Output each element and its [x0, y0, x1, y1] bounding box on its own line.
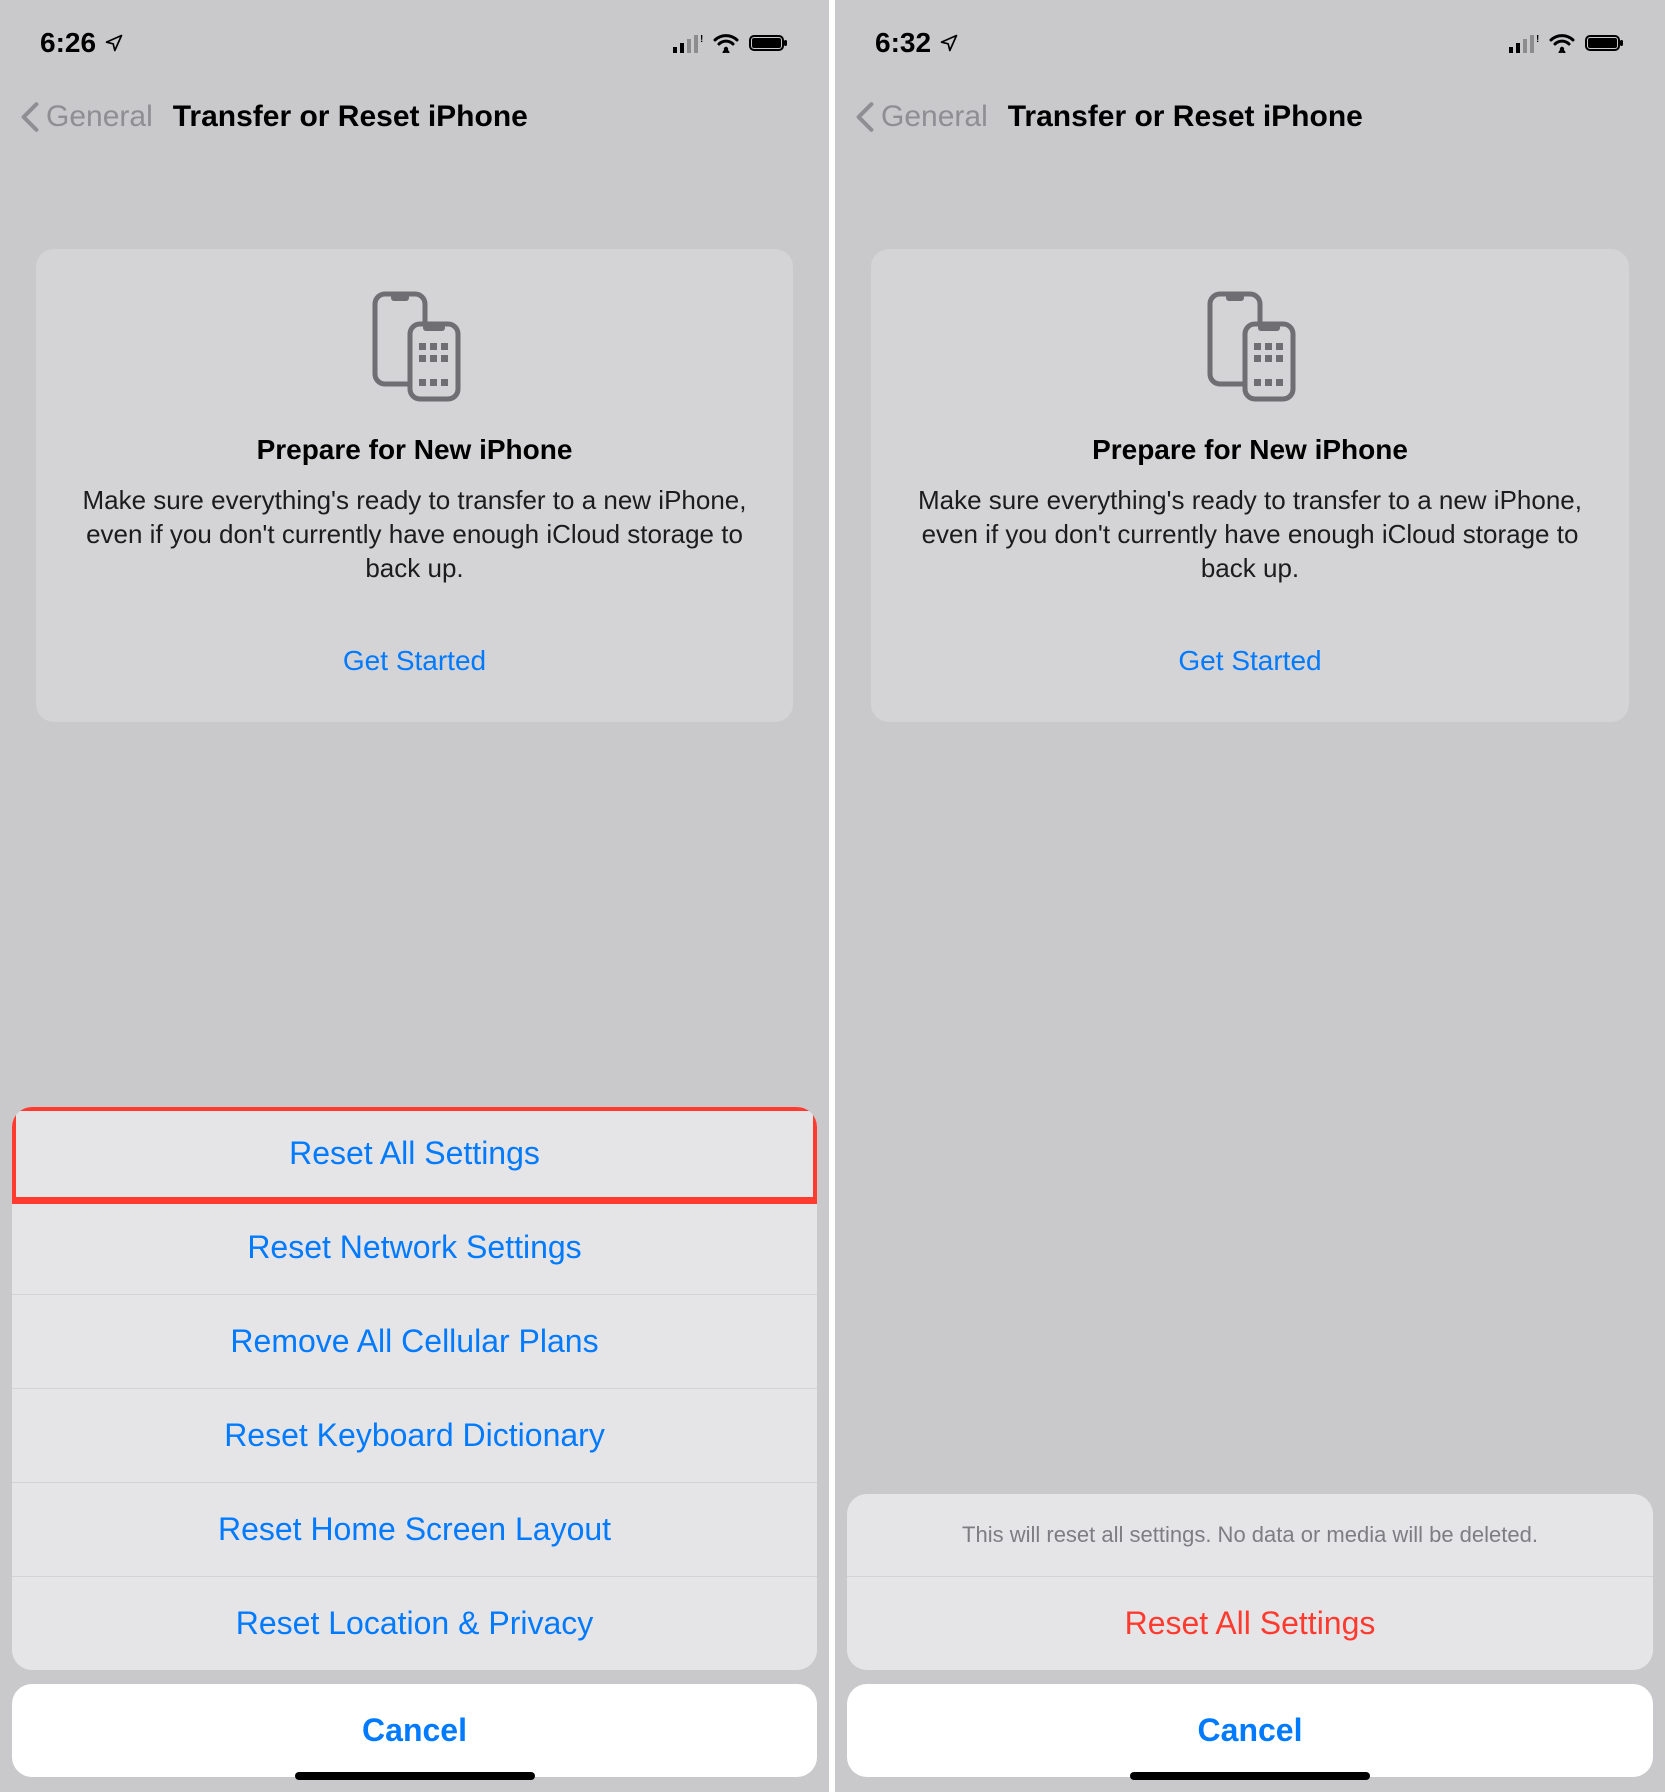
- status-left: 6:32: [875, 27, 959, 59]
- sheet-header-text: This will reset all settings. No data or…: [847, 1494, 1653, 1577]
- action-sheet: Reset All Settings Reset Network Setting…: [12, 1107, 817, 1777]
- location-icon: [104, 33, 124, 53]
- option-reset-home-screen-layout[interactable]: Reset Home Screen Layout: [12, 1483, 817, 1577]
- chevron-left-icon: [20, 101, 40, 133]
- battery-icon: [749, 33, 789, 53]
- card-description: Make sure everything's ready to transfer…: [911, 484, 1589, 585]
- prepare-card: Prepare for New iPhone Make sure everyth…: [871, 249, 1629, 722]
- phone-screenshot-left: 6:26 !: [0, 0, 832, 1792]
- battery-icon: [1585, 33, 1625, 53]
- card-description: Make sure everything's ready to transfer…: [76, 484, 753, 585]
- chevron-left-icon: [855, 101, 875, 133]
- devices-icon: [911, 289, 1589, 404]
- sheet-options-group: Reset All Settings Reset Network Setting…: [12, 1107, 817, 1670]
- option-reset-keyboard-dictionary[interactable]: Reset Keyboard Dictionary: [12, 1389, 817, 1483]
- home-indicator[interactable]: [295, 1772, 535, 1780]
- svg-text:!: !: [1536, 34, 1539, 45]
- status-bar: 6:26 !: [0, 0, 829, 80]
- cancel-button[interactable]: Cancel: [847, 1684, 1653, 1777]
- status-left: 6:26: [40, 27, 124, 59]
- status-time: 6:26: [40, 27, 96, 59]
- prepare-card: Prepare for New iPhone Make sure everyth…: [36, 249, 793, 722]
- cancel-button[interactable]: Cancel: [12, 1684, 817, 1777]
- option-reset-all-settings[interactable]: Reset All Settings: [12, 1107, 817, 1201]
- back-label: General: [881, 100, 988, 134]
- option-reset-location-privacy[interactable]: Reset Location & Privacy: [12, 1577, 817, 1670]
- sheet-confirm-group: This will reset all settings. No data or…: [847, 1494, 1653, 1670]
- get-started-link[interactable]: Get Started: [911, 645, 1589, 677]
- location-icon: [939, 33, 959, 53]
- page-title: Transfer or Reset iPhone: [173, 100, 528, 134]
- confirm-reset-all-settings[interactable]: Reset All Settings: [847, 1577, 1653, 1670]
- option-remove-cellular-plans[interactable]: Remove All Cellular Plans: [12, 1295, 817, 1389]
- back-label: General: [46, 100, 153, 134]
- devices-icon: [76, 289, 753, 404]
- cellular-signal-icon: !: [1509, 33, 1539, 53]
- svg-text:!: !: [700, 34, 703, 45]
- status-right: !: [673, 33, 789, 53]
- wifi-icon: [1549, 33, 1575, 53]
- nav-bar: General Transfer or Reset iPhone: [0, 80, 829, 164]
- status-bar: 6:32 !: [835, 0, 1665, 80]
- wifi-icon: [713, 33, 739, 53]
- home-indicator[interactable]: [1130, 1772, 1370, 1780]
- get-started-link[interactable]: Get Started: [76, 645, 753, 677]
- back-button[interactable]: General: [855, 100, 988, 134]
- page-title: Transfer or Reset iPhone: [1008, 100, 1363, 134]
- phone-screenshot-right: 6:32 !: [832, 0, 1665, 1792]
- card-title: Prepare for New iPhone: [76, 434, 753, 466]
- option-reset-network-settings[interactable]: Reset Network Settings: [12, 1201, 817, 1295]
- card-title: Prepare for New iPhone: [911, 434, 1589, 466]
- nav-bar: General Transfer or Reset iPhone: [835, 80, 1665, 164]
- status-time: 6:32: [875, 27, 931, 59]
- status-right: !: [1509, 33, 1625, 53]
- confirmation-sheet: This will reset all settings. No data or…: [847, 1494, 1653, 1777]
- back-button[interactable]: General: [20, 100, 153, 134]
- cellular-signal-icon: !: [673, 33, 703, 53]
